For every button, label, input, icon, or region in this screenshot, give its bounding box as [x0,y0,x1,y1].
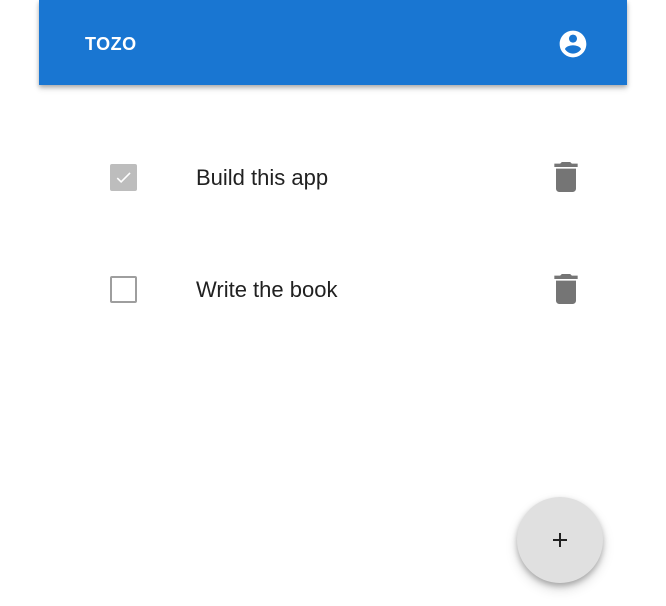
todo-label: Write the book [196,277,338,302]
check-icon [116,172,131,184]
todo-item: Build this app [39,147,627,207]
todo-label: Build this app [196,165,329,190]
app-title: TOZO [85,34,137,54]
app-bar: TOZO [39,0,627,85]
trash-icon[interactable] [553,162,579,192]
todo-checkbox-checked[interactable] [110,164,137,191]
add-todo-button[interactable] [517,497,603,583]
trash-icon[interactable] [553,274,579,304]
plus-icon [553,533,567,547]
account-circle-icon[interactable] [557,28,589,60]
todo-checkbox[interactable] [110,276,137,303]
todo-item: Write the book [39,259,627,319]
